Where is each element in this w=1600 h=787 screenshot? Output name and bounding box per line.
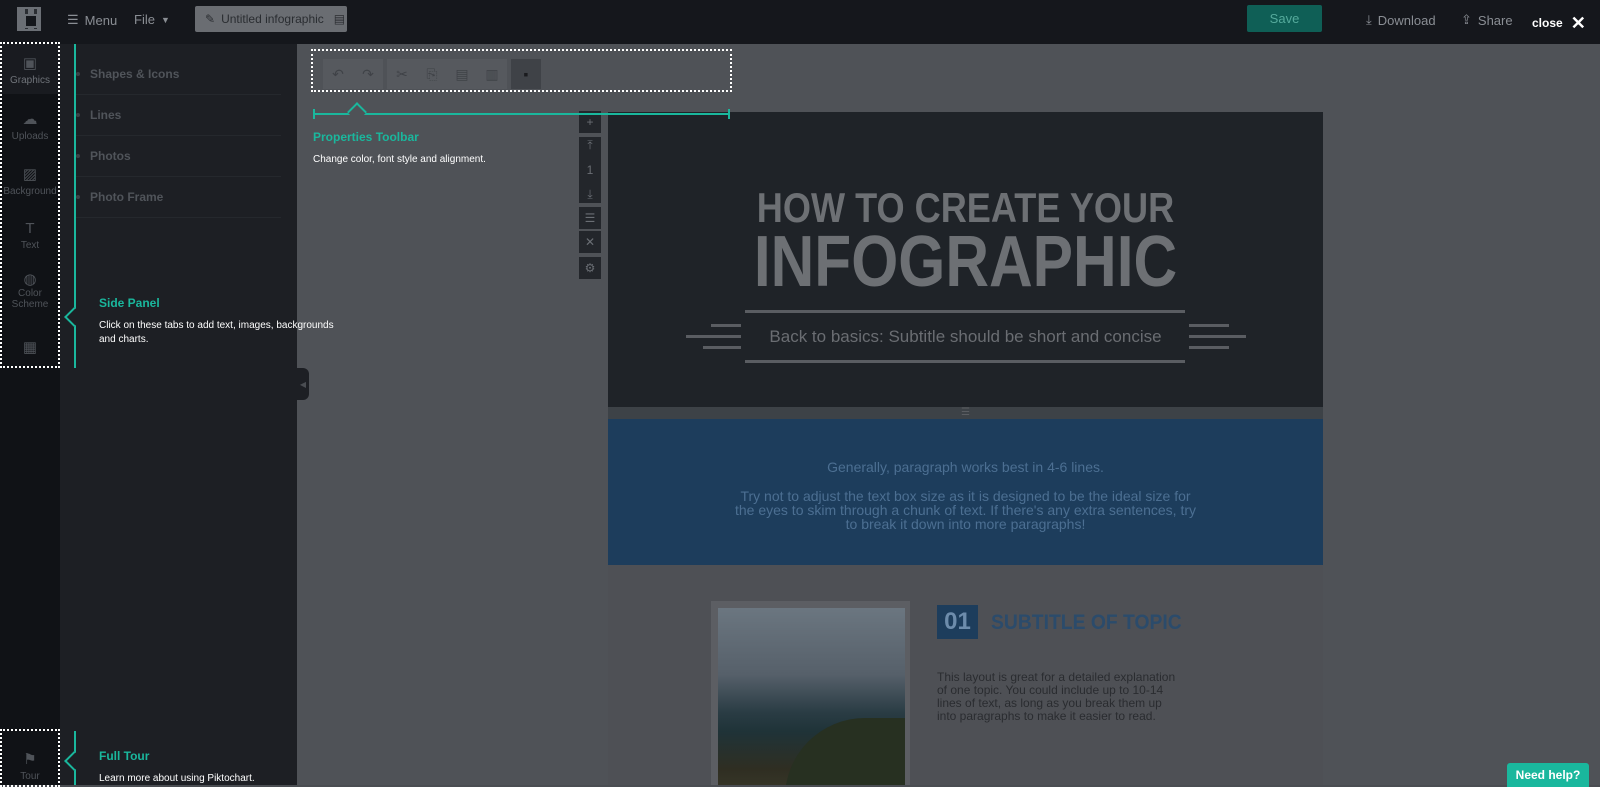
tour-highlight-toolbar	[311, 49, 732, 92]
tour-sidepanel-title: Side Panel	[99, 296, 160, 310]
close-label: close	[1532, 16, 1563, 30]
page-icon: ▤	[333, 12, 346, 26]
tour-toolbar-title: Properties Toolbar	[313, 130, 419, 144]
tour-full-title: Full Tour	[99, 749, 150, 763]
tour-sidepanel-line: and charts.	[99, 334, 149, 345]
hero-block[interactable]: HOW TO CREATE YOUR INFOGRAPHIC Back to b…	[608, 112, 1323, 407]
menu-label: Menu	[84, 12, 118, 28]
document-title: Untitled infographic	[221, 12, 324, 26]
share-button[interactable]: ⇪ Share	[1461, 12, 1513, 28]
chevron-left-icon: ◀	[299, 379, 307, 389]
panel-item-photo-frame[interactable]: Photo Frame	[76, 177, 281, 218]
download-label: Download	[1377, 12, 1436, 28]
download-icon: ⤓	[1366, 12, 1372, 27]
block-reorder-controls: ⤒ 1 ⤓	[579, 137, 601, 203]
tour-pointer-cap	[728, 109, 730, 119]
delete-block-icon[interactable]: ✕	[579, 231, 601, 253]
duplicate-block-icon[interactable]: ☰	[579, 207, 601, 229]
topic-body-line: lines of text, as long as you break them…	[937, 696, 1162, 710]
topic-body-line: of one topic. You could include up to 10…	[937, 683, 1164, 697]
close-icon: ✕	[1570, 13, 1586, 33]
topic-block[interactable]: 01 SUBTITLE OF TOPIC This layout is grea…	[608, 565, 1323, 785]
topic-title[interactable]: SUBTITLE OF TOPIC	[991, 611, 1182, 635]
block-resize-handle[interactable]: ☰	[608, 407, 1323, 419]
tour-pointer-cap	[313, 109, 315, 119]
side-panel: Shapes & Icons Lines Photos Photo Frame	[60, 44, 297, 785]
save-button[interactable]: Save	[1247, 5, 1322, 32]
topic-body[interactable]: This layout is great for a detailed expl…	[937, 671, 1217, 723]
tour-pointer-line	[313, 113, 730, 115]
download-button[interactable]: ⤓ Download	[1366, 12, 1436, 28]
infographic-subtitle[interactable]: Back to basics: Subtitle should be short…	[608, 327, 1323, 347]
share-icon: ⇪	[1461, 12, 1472, 27]
topic-number[interactable]: 01	[937, 605, 978, 639]
panel-item-lines[interactable]: Lines	[76, 95, 281, 136]
collapse-panel-button[interactable]: ◀	[297, 368, 309, 400]
need-help-button[interactable]: Need help?	[1507, 763, 1589, 787]
tour-toolbar-text: Change color, font style and alignment.	[313, 154, 486, 165]
move-down-icon[interactable]: ⤓	[587, 187, 592, 202]
paragraph-block[interactable]: Generally, paragraph works best in 4-6 l…	[608, 419, 1323, 565]
panel-item-shapes-icons[interactable]: Shapes & Icons	[76, 54, 281, 95]
paragraph-2[interactable]: Try not to adjust the text box size as i…	[608, 475, 1323, 531]
file-menu-button[interactable]: File ▼	[134, 12, 170, 27]
tour-close-button[interactable]: close ✕	[1532, 14, 1586, 32]
divider-line	[745, 360, 1185, 363]
tour-sidepanel-line: Click on these tabs to add text, images,…	[99, 320, 334, 331]
move-up-icon[interactable]: ⤒	[587, 138, 592, 153]
tour-highlight-sidebar	[0, 42, 60, 368]
block-index: 1	[586, 163, 594, 177]
top-bar: ☰ Menu File ▼ ✎ Untitled infographic ▤ S…	[0, 0, 1600, 44]
share-label: Share	[1477, 12, 1513, 28]
pencil-icon: ✎	[205, 12, 216, 26]
document-title-field[interactable]: ✎ Untitled infographic ▤	[195, 6, 347, 32]
paragraph-2-line: to break it down into more paragraphs!	[845, 516, 1086, 532]
paragraph-1[interactable]: Generally, paragraph works best in 4-6 l…	[608, 419, 1323, 475]
file-label: File	[134, 12, 155, 27]
panel-item-photos[interactable]: Photos	[76, 136, 281, 177]
chevron-down-icon: ▼	[160, 14, 170, 25]
tour-sidepanel-text: Click on these tabs to add text, images,…	[99, 319, 334, 347]
piktochart-logo[interactable]	[17, 7, 41, 31]
tour-full-text: Learn more about using Piktochart.	[99, 773, 255, 784]
tour-highlight-tour	[0, 729, 60, 787]
infographic-canvas: HOW TO CREATE YOUR INFOGRAPHIC Back to b…	[608, 112, 1323, 785]
block-settings-icon[interactable]: ⚙	[579, 257, 601, 279]
coastal-photo[interactable]	[718, 608, 905, 785]
hamburger-icon: ☰	[67, 12, 79, 27]
title-line-2[interactable]: INFOGRAPHIC	[665, 226, 1266, 298]
topic-body-line: into paragraphs to make it easier to rea…	[937, 709, 1156, 723]
topic-body-line: This layout is great for a detailed expl…	[937, 670, 1176, 684]
divider-line	[745, 310, 1185, 313]
block-controls: + ⤒ 1 ⤓ ☰ ✕ ⚙	[579, 111, 603, 281]
menu-button[interactable]: ☰ Menu	[67, 12, 117, 28]
